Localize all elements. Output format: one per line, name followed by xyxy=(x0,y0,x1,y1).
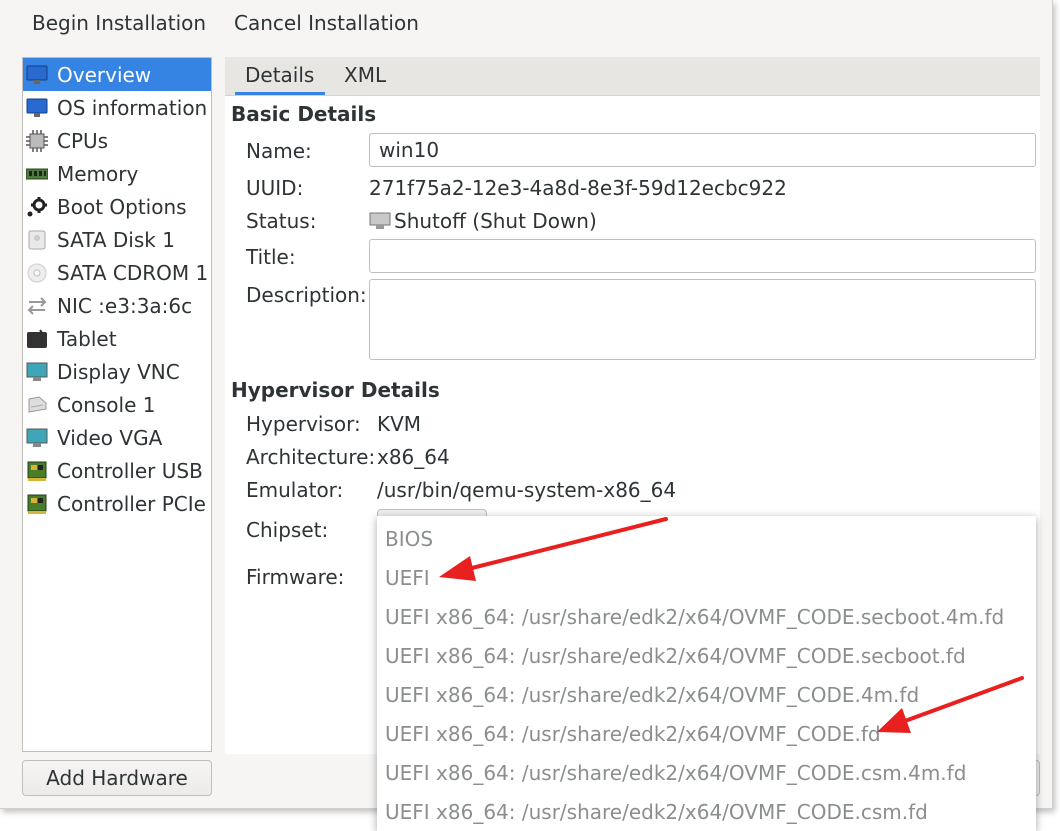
description-field[interactable] xyxy=(369,279,1036,360)
status-label: Status: xyxy=(246,209,317,233)
architecture-value: x86_64 xyxy=(377,445,450,469)
firmware-option-csm[interactable]: UEFI x86_64: /usr/share/edk2/x64/OVMF_CO… xyxy=(385,793,928,831)
emulator-label: Emulator: xyxy=(246,478,344,502)
sidebar-item-cpus[interactable]: CPUs xyxy=(23,124,211,157)
sidebar-item-label: Video VGA xyxy=(57,425,163,450)
tab-bar: Details XML xyxy=(225,57,1040,96)
add-hardware-button[interactable]: Add Hardware xyxy=(22,760,212,796)
firmware-option-uefi[interactable]: UEFI xyxy=(385,559,430,597)
sidebar-item-label: SATA Disk 1 xyxy=(57,227,175,252)
display-icon xyxy=(25,361,49,383)
firmware-option-ovmf-code[interactable]: UEFI x86_64: /usr/share/edk2/x64/OVMF_CO… xyxy=(385,715,881,753)
name-field[interactable] xyxy=(369,133,1036,167)
sidebar-item-console-1[interactable]: Console 1 xyxy=(23,388,211,421)
sidebar-item-controller-usb[interactable]: Controller USB xyxy=(23,454,211,487)
sidebar-item-label: Console 1 xyxy=(57,392,156,417)
monitor-icon xyxy=(25,64,49,86)
firmware-option-bios[interactable]: BIOS xyxy=(385,520,433,558)
console-icon xyxy=(25,394,49,416)
title-field[interactable] xyxy=(369,239,1036,273)
chipset-label: Chipset: xyxy=(246,518,329,542)
hypervisor-value: KVM xyxy=(377,412,422,436)
sidebar-item-label: Display VNC xyxy=(57,359,180,384)
display-icon xyxy=(25,427,49,449)
tablet-icon xyxy=(25,328,49,350)
cancel-installation-button[interactable]: Cancel Installation xyxy=(234,11,419,35)
cdrom-icon xyxy=(25,262,49,284)
active-tab-indicator xyxy=(235,92,325,95)
sidebar-item-label: Controller USB xyxy=(57,458,203,483)
status-text: Shutoff (Shut Down) xyxy=(394,209,597,233)
hardware-list: Overview OS information CPUs Memory Boot… xyxy=(22,57,212,752)
sidebar-item-label: Controller PCIe xyxy=(57,491,206,516)
tab-xml[interactable]: XML xyxy=(344,63,386,87)
sidebar-item-controller-pcie[interactable]: Controller PCIe xyxy=(23,487,211,520)
sidebar-item-tablet[interactable]: Tablet xyxy=(23,322,211,355)
status-value: Shutoff (Shut Down) xyxy=(369,209,597,233)
sidebar-item-os-information[interactable]: OS information xyxy=(23,91,211,124)
sidebar-item-nic[interactable]: NIC :e3:3a:6c xyxy=(23,289,211,322)
firmware-dropdown-menu: BIOS UEFI UEFI x86_64: /usr/share/edk2/x… xyxy=(377,516,1036,831)
cpu-icon xyxy=(25,129,49,152)
sidebar-item-label: Tablet xyxy=(57,326,117,351)
hypervisor-details-heading: Hypervisor Details xyxy=(231,378,440,402)
basic-details-heading: Basic Details xyxy=(231,102,377,126)
sidebar-item-memory[interactable]: Memory xyxy=(23,157,211,190)
title-label: Title: xyxy=(246,245,296,269)
disk-icon xyxy=(25,229,49,251)
sidebar-item-label: Overview xyxy=(57,62,152,87)
name-label: Name: xyxy=(246,139,312,163)
controller-icon xyxy=(25,493,49,515)
tab-details[interactable]: Details xyxy=(245,63,314,87)
network-icon xyxy=(25,295,49,317)
sidebar-item-label: NIC :e3:3a:6c xyxy=(57,293,193,318)
hypervisor-label: Hypervisor: xyxy=(246,412,361,436)
sidebar-item-label: Boot Options xyxy=(57,194,187,219)
uuid-label: UUID: xyxy=(246,176,304,200)
shutoff-icon xyxy=(369,212,391,230)
firmware-option-secboot[interactable]: UEFI x86_64: /usr/share/edk2/x64/OVMF_CO… xyxy=(385,637,966,675)
emulator-value: /usr/bin/qemu-system-x86_64 xyxy=(377,478,677,502)
sidebar-item-overview[interactable]: Overview xyxy=(23,58,211,91)
firmware-option-4m[interactable]: UEFI x86_64: /usr/share/edk2/x64/OVMF_CO… xyxy=(385,676,919,714)
sidebar-item-label: Memory xyxy=(57,161,139,186)
firmware-label: Firmware: xyxy=(246,565,345,589)
monitor-icon xyxy=(25,97,49,119)
begin-installation-button[interactable]: Begin Installation xyxy=(32,11,206,35)
sidebar-item-boot-options[interactable]: Boot Options xyxy=(23,190,211,223)
uuid-value: 271f75a2-12e3-4a8d-8e3f-59d12ecbc922 xyxy=(369,176,787,200)
sidebar-item-label: CPUs xyxy=(57,128,109,153)
sidebar-item-sata-cdrom-1[interactable]: SATA CDROM 1 xyxy=(23,256,211,289)
sidebar-item-display-vnc[interactable]: Display VNC xyxy=(23,355,211,388)
sidebar-item-label: OS information xyxy=(57,95,208,120)
architecture-label: Architecture: xyxy=(246,445,376,469)
sidebar-item-sata-disk-1[interactable]: SATA Disk 1 xyxy=(23,223,211,256)
description-label: Description: xyxy=(246,283,367,307)
firmware-option-csm-4m[interactable]: UEFI x86_64: /usr/share/edk2/x64/OVMF_CO… xyxy=(385,754,966,792)
controller-icon xyxy=(25,460,49,482)
memory-icon xyxy=(25,163,49,185)
sidebar-item-label: SATA CDROM 1 xyxy=(57,260,209,285)
firmware-option-secboot-4m[interactable]: UEFI x86_64: /usr/share/edk2/x64/OVMF_CO… xyxy=(385,598,1004,636)
gear-icon xyxy=(25,196,49,218)
toolbar: Begin Installation Cancel Installation xyxy=(0,0,1052,48)
sidebar-item-video-vga[interactable]: Video VGA xyxy=(23,421,211,454)
